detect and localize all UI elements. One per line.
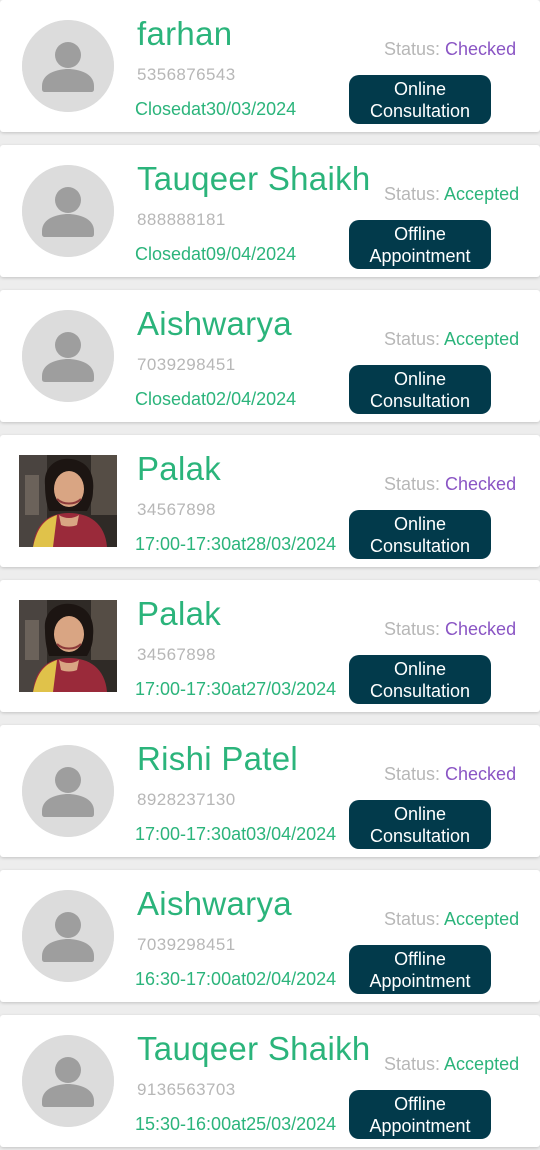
appointment-type-line2: Appointment <box>369 246 471 266</box>
appointment-type-button[interactable]: Online Consultation <box>349 800 491 849</box>
status-line: Status: Accepted <box>384 1052 519 1076</box>
appointment-type-button[interactable]: Offline Appointment <box>349 220 491 269</box>
appointment-type-line2: Appointment <box>369 971 471 991</box>
status-line: Status: Accepted <box>384 182 519 206</box>
appointment-type-button[interactable]: Online Consultation <box>349 655 491 704</box>
appointment-type-button[interactable]: Offline Appointment <box>349 945 491 994</box>
appointment-card[interactable]: Palak 34567898 17:00-17:30at27/03/2024 S… <box>0 580 540 712</box>
appointment-time: 17:00-17:30at27/03/2024 <box>135 679 337 699</box>
patient-name: Tauqeer Shaikh <box>137 1030 371 1067</box>
appointment-time: 16:30-17:00at02/04/2024 <box>135 969 337 989</box>
status-value: Accepted <box>444 184 520 204</box>
appointment-type-line1: Online <box>393 369 447 389</box>
default-avatar-icon <box>22 745 114 837</box>
appointment-card[interactable]: Tauqeer Shaikh 9136563703 15:30-16:00at2… <box>0 1015 540 1147</box>
appointment-time: Closedat02/04/2024 <box>135 389 297 409</box>
appointment-time: Closedat30/03/2024 <box>135 99 297 119</box>
status-value: Checked <box>445 764 517 784</box>
appointment-type-line2: Consultation <box>369 101 471 121</box>
appointment-time: 17:00-17:30at03/04/2024 <box>135 824 337 844</box>
status-value: Checked <box>445 39 517 59</box>
status-line: Status: Accepted <box>384 907 519 931</box>
patient-name: Aishwarya <box>137 885 292 922</box>
appointment-type-line1: Offline <box>394 949 446 969</box>
status-line: Status: Checked <box>384 762 516 786</box>
patient-name: Aishwarya <box>137 305 292 342</box>
default-avatar-icon <box>22 310 114 402</box>
appointment-card[interactable]: Tauqeer Shaikh 888888181 Closedat09/04/2… <box>0 145 540 277</box>
patient-phone: 888888181 <box>137 210 226 229</box>
status-label: Status: <box>384 184 445 204</box>
appointment-type-line2: Appointment <box>369 1116 471 1136</box>
patient-phone: 9136563703 <box>137 1080 236 1099</box>
appointment-type-line2: Consultation <box>369 681 471 701</box>
appointment-type-line1: Online <box>393 804 447 824</box>
patient-phone: 5356876543 <box>137 65 236 84</box>
appointment-time: 17:00-17:30at28/03/2024 <box>135 534 337 554</box>
status-line: Status: Checked <box>384 472 516 496</box>
appointment-type-line1: Offline <box>394 224 446 244</box>
default-avatar-icon <box>22 20 114 112</box>
appointment-type-line1: Offline <box>394 1094 446 1114</box>
status-value: Checked <box>445 619 517 639</box>
status-label: Status: <box>384 474 446 494</box>
patient-name: Palak <box>137 450 222 487</box>
appointment-time: Closedat09/04/2024 <box>135 244 297 264</box>
status-line: Status: Checked <box>384 617 516 641</box>
patient-phone: 34567898 <box>137 645 216 664</box>
status-value: Accepted <box>444 329 520 349</box>
appointment-type-line1: Online <box>393 79 447 99</box>
appointment-type-line2: Consultation <box>369 826 471 846</box>
appointment-card[interactable]: Aishwarya 7039298451 Closedat02/04/2024 … <box>0 290 540 422</box>
appointment-card[interactable]: Palak 34567898 17:00-17:30at28/03/2024 S… <box>0 435 540 567</box>
status-value: Accepted <box>444 1054 520 1074</box>
appointment-time: 15:30-16:00at25/03/2024 <box>135 1114 337 1134</box>
status-line: Status: Checked <box>384 37 516 61</box>
status-label: Status: <box>384 1054 445 1074</box>
status-value: Checked <box>445 474 517 494</box>
status-label: Status: <box>384 909 445 929</box>
appointment-card[interactable]: Rishi Patel 8928237130 17:00-17:30at03/0… <box>0 725 540 857</box>
patient-phone: 34567898 <box>137 500 216 519</box>
status-label: Status: <box>384 39 446 59</box>
appointment-type-line1: Online <box>393 659 447 679</box>
profile-photo <box>19 600 117 692</box>
status-label: Status: <box>384 619 446 639</box>
patient-name: farhan <box>137 15 233 52</box>
patient-phone: 7039298451 <box>137 935 236 954</box>
appointment-card[interactable]: farhan 5356876543 Closedat30/03/2024 Sta… <box>0 0 540 132</box>
patient-name: Palak <box>137 595 222 632</box>
appointment-type-button[interactable]: Offline Appointment <box>349 1090 491 1139</box>
status-value: Accepted <box>444 909 520 929</box>
patient-phone: 7039298451 <box>137 355 236 374</box>
patient-phone: 8928237130 <box>137 790 236 809</box>
default-avatar-icon <box>22 165 114 257</box>
appointment-type-button[interactable]: Online Consultation <box>349 75 491 124</box>
profile-photo <box>19 455 117 547</box>
default-avatar-icon <box>22 890 114 982</box>
appointment-type-line2: Consultation <box>369 391 471 411</box>
appointment-type-button[interactable]: Online Consultation <box>349 365 491 414</box>
appointment-card[interactable]: Aishwarya 7039298451 16:30-17:00at02/04/… <box>0 870 540 1002</box>
status-label: Status: <box>384 329 445 349</box>
default-avatar-icon <box>22 1035 114 1127</box>
patient-name: Rishi Patel <box>137 740 299 777</box>
patient-name: Tauqeer Shaikh <box>137 160 371 197</box>
appointment-type-line1: Online <box>393 514 447 534</box>
status-line: Status: Accepted <box>384 327 519 351</box>
appointment-type-button[interactable]: Online Consultation <box>349 510 491 559</box>
status-label: Status: <box>384 764 446 784</box>
appointment-type-line2: Consultation <box>369 536 471 556</box>
